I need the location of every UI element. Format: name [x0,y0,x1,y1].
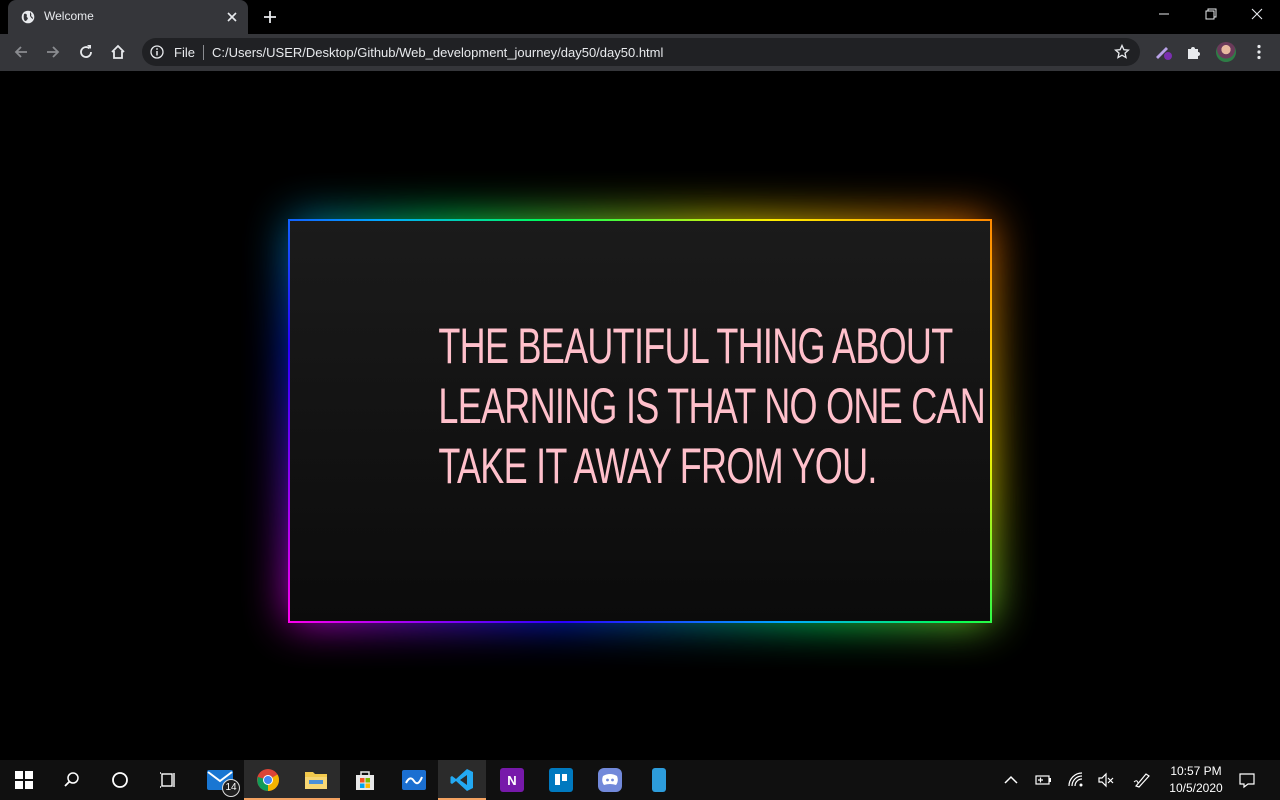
chevron-up-icon[interactable] [1002,771,1020,789]
bookmark-star-icon[interactable] [1114,44,1130,60]
cortana-button[interactable] [96,760,144,800]
discord-icon [598,768,622,792]
chrome-icon [257,769,279,791]
taskbar-discord[interactable] [586,760,634,800]
new-tab-icon[interactable] [262,9,278,25]
wifi-icon[interactable] [1067,771,1085,789]
onenote-icon: N [500,768,524,792]
info-icon[interactable] [150,45,164,59]
task-view-icon [160,772,175,788]
address-scheme: File [174,45,195,60]
trello-icon [549,768,573,792]
vscode-icon [450,769,473,791]
taskbar-trello[interactable] [537,760,585,800]
forward-icon[interactable] [44,43,62,61]
globe-icon [21,10,35,24]
search-button[interactable] [48,760,96,800]
windows-logo-icon [15,771,33,789]
back-icon[interactable] [12,43,30,61]
taskbar-chrome[interactable] [244,760,292,800]
menu-kebab-icon[interactable] [1250,43,1268,61]
close-tab-icon[interactable] [224,9,240,25]
file-explorer-icon [305,772,327,789]
cortana-circle-icon [112,772,128,788]
taskbar-file-explorer[interactable] [292,760,340,800]
browser-toolbar: File C:/Users/USER/Desktop/Github/Web_de… [0,34,1280,71]
taskbar-store[interactable] [341,760,389,800]
mail-unread-badge: 14 [222,779,240,797]
close-window-icon[interactable] [1249,6,1265,22]
quote-line: TAKE IT AWAY FROM YOU. [438,438,877,494]
quote-line: LEARNING IS THAT NO ONE CAN [438,378,986,434]
home-icon[interactable] [109,43,127,61]
whiteboard-icon [402,770,426,790]
taskbar-clock[interactable]: 10:57 PM 10/5/2020 [1160,763,1232,797]
start-button[interactable] [0,760,48,800]
profile-avatar[interactable] [1216,42,1236,62]
reload-icon[interactable] [77,43,95,61]
taskbar-vscode[interactable] [438,760,486,800]
minimize-icon[interactable] [1156,6,1172,22]
tab-strip: Welcome [0,0,1280,34]
battery-icon[interactable] [1034,771,1052,789]
restore-icon[interactable] [1203,6,1219,22]
clock-time: 10:57 PM [1170,764,1222,778]
quote-line: THE BEAUTIFUL THING ABOUT [438,318,953,374]
clock-date: 10/5/2020 [1169,781,1223,795]
store-icon [356,771,374,790]
volume-muted-icon[interactable] [1097,771,1115,789]
page-viewport: THE BEAUTIFUL THING ABOUT LEARNING IS TH… [0,71,1280,760]
tab-title: Welcome [44,9,94,23]
pen-workspace-icon[interactable] [1133,771,1151,789]
windows-taskbar: N 10:57 PM 10/5/2020 [0,760,1280,800]
browser-tab[interactable]: Welcome [8,0,248,34]
action-center-icon[interactable] [1238,771,1256,789]
extension-pen-icon[interactable] [1154,43,1172,61]
quote-card: THE BEAUTIFUL THING ABOUT LEARNING IS TH… [290,221,990,621]
address-url[interactable]: C:/Users/USER/Desktop/Github/Web_develop… [212,45,663,60]
address-divider [203,45,204,60]
taskbar-phone-app[interactable] [635,760,683,800]
address-bar[interactable]: File C:/Users/USER/Desktop/Github/Web_de… [142,38,1140,66]
task-view-button[interactable] [144,760,192,800]
quote-text: THE BEAUTIFUL THING ABOUT LEARNING IS TH… [438,316,986,496]
taskbar-onenote[interactable]: N [488,760,536,800]
phone-app-icon [652,768,666,792]
extensions-puzzle-icon[interactable] [1185,43,1203,61]
taskbar-whiteboard[interactable] [390,760,438,800]
search-icon [64,772,79,787]
